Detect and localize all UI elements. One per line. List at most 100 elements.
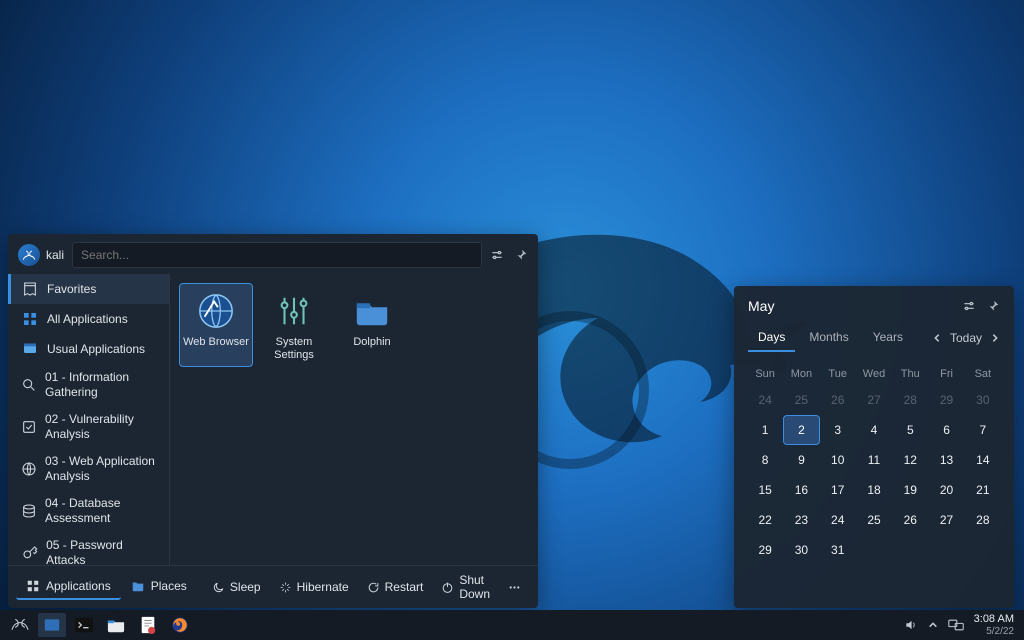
calendar-day[interactable]: 15 — [748, 476, 782, 504]
calendar-day[interactable]: 27 — [857, 386, 891, 414]
calendar-day[interactable]: 18 — [857, 476, 891, 504]
search-input[interactable] — [73, 248, 481, 262]
sidebar-item-label: 03 - Web Application Analysis — [45, 454, 159, 484]
chevron-right-icon[interactable] — [990, 333, 1000, 343]
calendar-tab[interactable]: Months — [799, 324, 858, 352]
today-button[interactable]: Today — [950, 331, 982, 345]
calendar-dow: Tue — [821, 364, 855, 384]
calendar-day[interactable]: 30 — [784, 536, 818, 564]
power-label: Restart — [385, 580, 424, 594]
sidebar-item-label: 05 - Password Attacks — [46, 538, 159, 565]
power-icon — [212, 581, 225, 594]
calendar-day[interactable]: 28 — [893, 386, 927, 414]
settings-icon[interactable] — [962, 299, 976, 313]
calendar-grid: SunMonTueWedThuFriSat2425262728293012345… — [748, 364, 1000, 564]
sidebar-item[interactable]: 02 - Vulnerability Analysis — [8, 406, 169, 448]
calendar-day[interactable]: 20 — [929, 476, 963, 504]
calendar-day[interactable]: 30 — [966, 386, 1000, 414]
calendar-day[interactable]: 2 — [784, 416, 818, 444]
app-label: Dolphin — [353, 336, 390, 349]
calendar-day[interactable]: 27 — [929, 506, 963, 534]
pin-icon[interactable] — [986, 299, 1000, 313]
power-button[interactable]: Sleep — [203, 577, 270, 597]
calendar-tab[interactable]: Days — [748, 324, 795, 352]
calendar-day[interactable]: 1 — [748, 416, 782, 444]
footer-tab-icon — [131, 579, 145, 593]
power-button[interactable]: Shut Down — [432, 570, 499, 604]
sidebar-item[interactable]: All Applications — [8, 304, 169, 334]
calendar-day[interactable]: 4 — [857, 416, 891, 444]
calendar-day[interactable]: 26 — [893, 506, 927, 534]
start-menu-footer: ApplicationsPlaces Sleep Hibernate Restart S… — [8, 565, 538, 608]
calendar-day[interactable]: 11 — [857, 446, 891, 474]
calendar-day[interactable]: 29 — [929, 386, 963, 414]
calendar-dow: Wed — [857, 364, 891, 384]
sidebar-item[interactable]: 04 - Database Assessment — [8, 490, 169, 532]
calendar-day[interactable]: 24 — [748, 386, 782, 414]
power-label: Sleep — [230, 580, 261, 594]
app-tile[interactable]: Dolphin — [336, 284, 408, 366]
settings-icon[interactable] — [490, 248, 504, 262]
sidebar-item[interactable]: 05 - Password Attacks — [8, 532, 169, 565]
sidebar-item[interactable]: Favorites — [8, 274, 169, 304]
calendar-day[interactable]: 24 — [821, 506, 855, 534]
app-label: System Settings — [260, 336, 328, 362]
sidebar-item[interactable]: Usual Applications — [8, 334, 169, 364]
taskbar-texteditor[interactable] — [134, 613, 162, 637]
taskbar-show-desktop[interactable] — [38, 613, 66, 637]
calendar-day[interactable]: 23 — [784, 506, 818, 534]
calendar-day[interactable]: 26 — [821, 386, 855, 414]
power-button[interactable]: Restart — [358, 577, 433, 597]
sidebar-item[interactable]: 03 - Web Application Analysis — [8, 448, 169, 490]
calendar-day[interactable]: 17 — [821, 476, 855, 504]
pin-icon[interactable] — [514, 248, 528, 262]
tray-volume-icon[interactable] — [904, 618, 918, 632]
calendar-day[interactable]: 19 — [893, 476, 927, 504]
calendar-day[interactable]: 14 — [966, 446, 1000, 474]
calendar-day[interactable]: 13 — [929, 446, 963, 474]
sidebar-item[interactable]: 01 - Information Gathering — [8, 364, 169, 406]
sidebar-item-label: All Applications — [47, 312, 128, 327]
taskbar-firefox[interactable] — [166, 613, 194, 637]
calendar-day[interactable]: 28 — [966, 506, 1000, 534]
calendar-tab[interactable]: Years — [863, 324, 913, 352]
tray-network-icon[interactable] — [948, 618, 964, 632]
more-icon[interactable] — [499, 578, 530, 597]
footer-tab[interactable]: Places — [121, 574, 197, 600]
user-chip[interactable]: kali — [18, 244, 64, 266]
footer-tab[interactable]: Applications — [16, 574, 121, 600]
calendar-day[interactable]: 29 — [748, 536, 782, 564]
calendar-day[interactable]: 12 — [893, 446, 927, 474]
calendar-day[interactable]: 6 — [929, 416, 963, 444]
calendar-day[interactable]: 21 — [966, 476, 1000, 504]
tray-chevron-up-icon[interactable] — [928, 620, 938, 630]
taskbar-terminal[interactable] — [70, 613, 98, 637]
tray-clock[interactable]: 3:08 AM 5/2/22 — [974, 613, 1014, 636]
app-tile[interactable]: Web Browser — [180, 284, 252, 366]
power-button[interactable]: Hibernate — [270, 577, 358, 597]
calendar-day[interactable]: 10 — [821, 446, 855, 474]
calendar-day[interactable]: 31 — [821, 536, 855, 564]
calendar-day[interactable]: 25 — [784, 386, 818, 414]
calendar-day[interactable]: 3 — [821, 416, 855, 444]
calendar-day[interactable]: 5 — [893, 416, 927, 444]
calendar-day[interactable]: 7 — [966, 416, 1000, 444]
sidebar-item-label: Favorites — [47, 282, 96, 297]
start-button[interactable] — [6, 613, 34, 637]
app-tile[interactable]: System Settings — [258, 284, 330, 366]
calendar-day[interactable]: 16 — [784, 476, 818, 504]
start-menu-content: Web Browser System Settings Dolphin — [170, 274, 538, 565]
sidebar-item-icon — [21, 340, 39, 358]
calendar-day[interactable]: 22 — [748, 506, 782, 534]
power-label: Hibernate — [297, 580, 349, 594]
calendar-day[interactable]: 8 — [748, 446, 782, 474]
search-field[interactable] — [72, 242, 482, 268]
calendar-month: May — [748, 298, 774, 314]
taskbar-files[interactable] — [102, 613, 130, 637]
clock-time: 3:08 AM — [974, 613, 1014, 625]
chevron-left-icon[interactable] — [932, 333, 942, 343]
calendar-day[interactable]: 9 — [784, 446, 818, 474]
calendar-dow: Sat — [966, 364, 1000, 384]
calendar-day[interactable]: 25 — [857, 506, 891, 534]
clock-date: 5/2/22 — [974, 626, 1014, 637]
